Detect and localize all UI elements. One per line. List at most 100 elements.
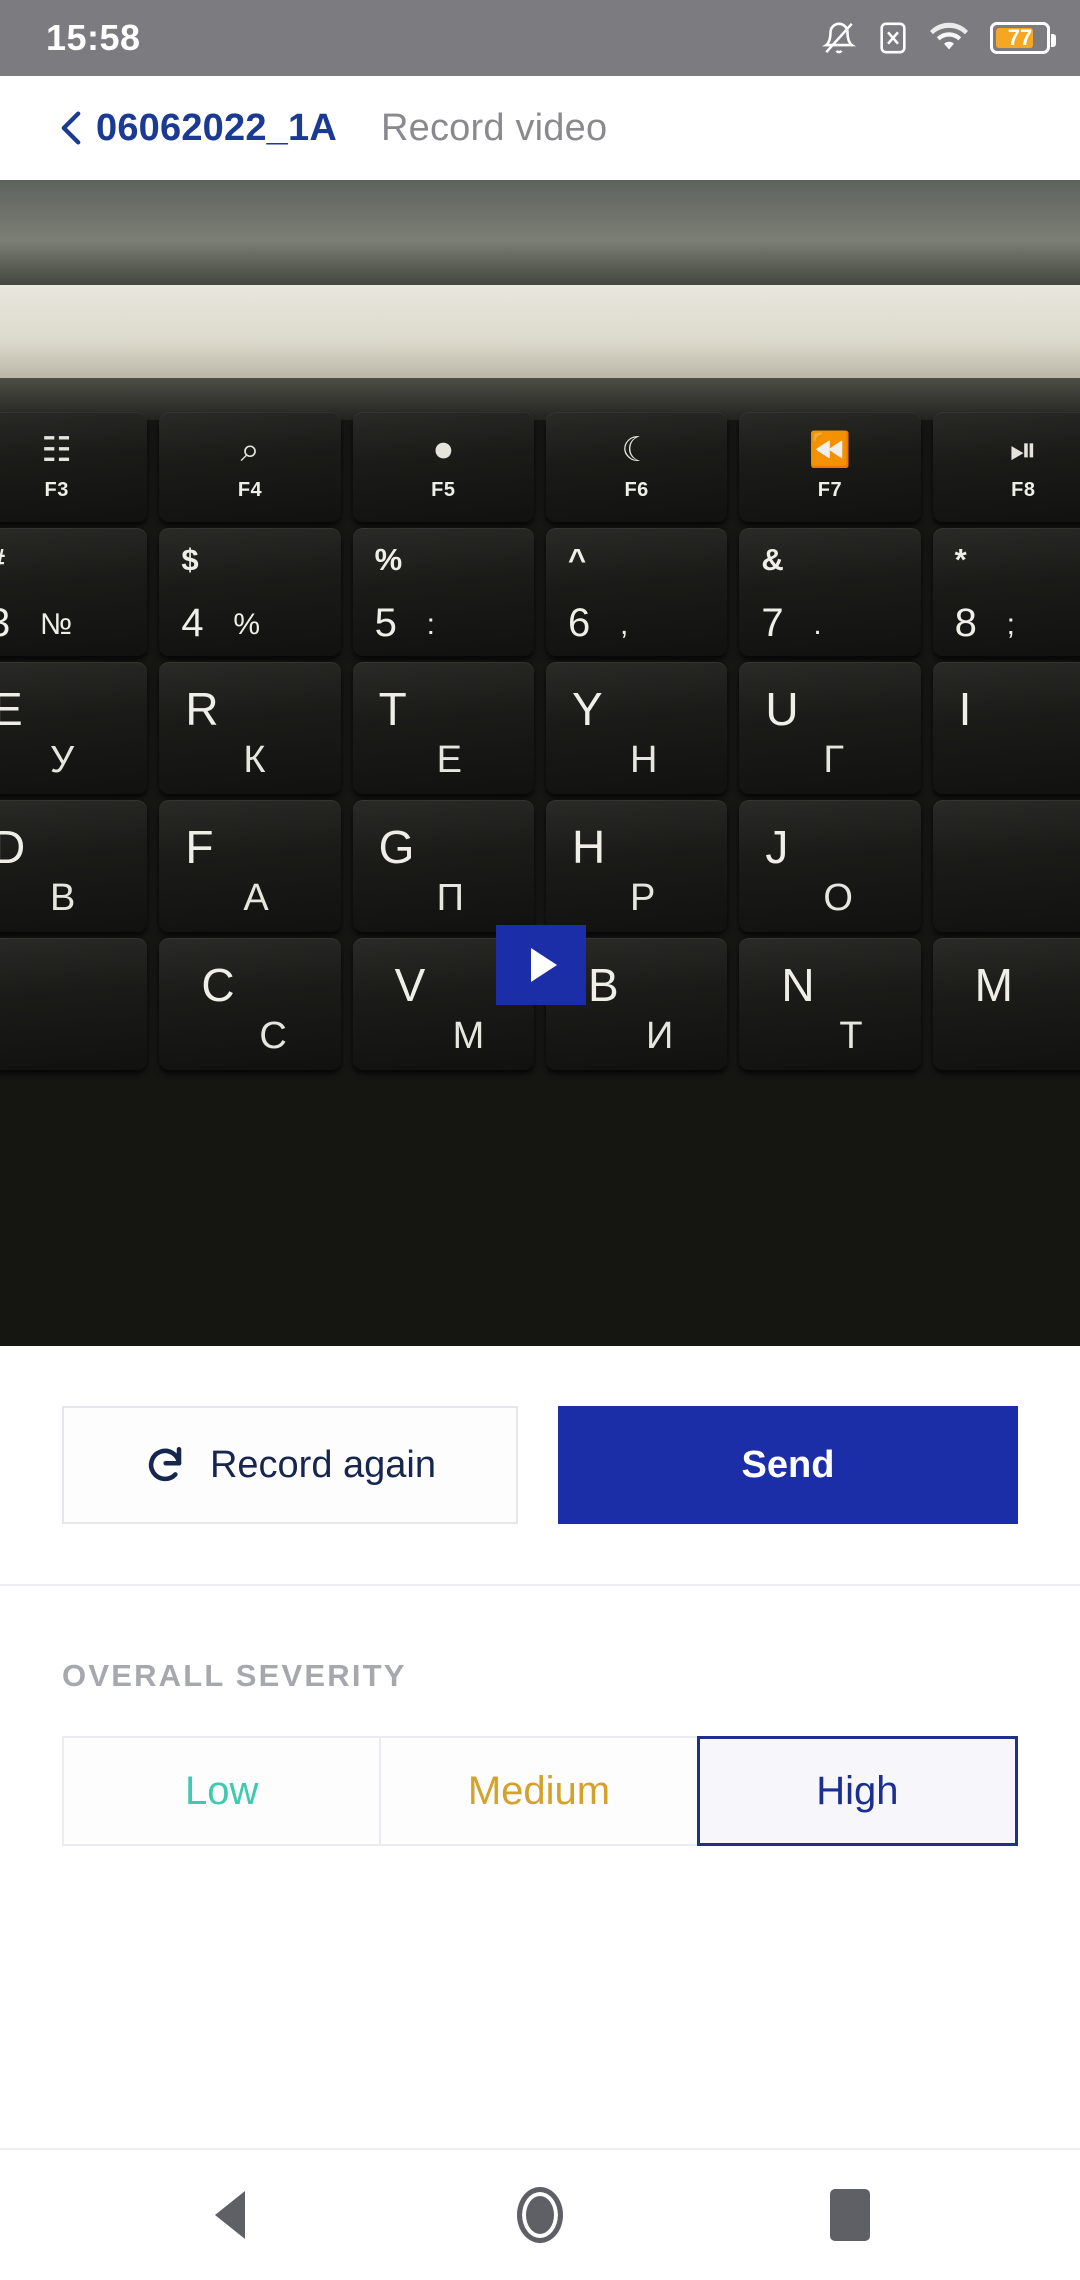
- keyboard-key-shift-symbol: $: [181, 542, 199, 577]
- back-button[interactable]: 06062022_1A: [60, 107, 337, 150]
- home-circle-icon: [517, 2187, 563, 2243]
- keyboard-key-shift-symbol: *: [954, 542, 967, 577]
- keyboard-key-f6: ☾ F6: [545, 412, 728, 522]
- keyboard-key-latin: M: [974, 959, 1014, 1011]
- keyboard-key-d: DВ: [0, 800, 148, 932]
- keyboard-key-latin: J: [765, 821, 790, 873]
- app-header: 06062022_1A Record video: [0, 76, 1080, 180]
- keyboard-key-main: 5: [374, 601, 397, 645]
- keyboard-key-label: F7: [817, 478, 843, 501]
- back-triangle-icon: [215, 2191, 245, 2239]
- keyboard-key-cyrillic: Р: [629, 877, 656, 919]
- severity-option-high[interactable]: High: [696, 1736, 1018, 1846]
- keyboard-key-label: F6: [624, 478, 649, 501]
- keyboard-key-cyrillic: У: [50, 739, 75, 781]
- keyboard-key-main: 3: [0, 601, 10, 646]
- keyboard-key-3: #3 №: [0, 528, 148, 656]
- overall-severity-label: OVERALL SEVERITY: [62, 1658, 407, 1693]
- recents-square-icon: [830, 2189, 870, 2241]
- keyboard-key-latin: V: [394, 959, 427, 1011]
- phone-screen: 15:58 77 06062022_1A Record video ☷ F3 ⌕…: [0, 0, 1080, 2280]
- keyboard-letter-row-2: DВFАGПHРJО: [0, 800, 1080, 932]
- keyboard-key-latin: D: [0, 821, 27, 873]
- battery-percent: 77: [1007, 25, 1033, 50]
- page-title: Record video: [380, 106, 608, 149]
- keyboard-key-latin: I: [958, 683, 973, 735]
- play-pause-icon: ⏯: [1009, 430, 1037, 469]
- keyboard-key-main: 6: [567, 601, 591, 645]
- keyboard-key-latin: C: [201, 959, 236, 1011]
- severity-option-low[interactable]: Low: [62, 1736, 380, 1846]
- android-nav-bar: [0, 2150, 1080, 2280]
- microphone-icon: ⏺: [434, 430, 452, 469]
- nav-back-button[interactable]: [185, 2170, 275, 2260]
- chevron-left-icon: [61, 111, 81, 145]
- keyboard-key-label: F8: [1011, 478, 1036, 501]
- keyboard-key-label: F5: [431, 478, 456, 501]
- keyboard-key-shift-symbol: %: [374, 542, 403, 577]
- keyboard-function-row: ☷ F3 ⌕ F4 ⏺ F5 ☾ F6 ⏪ F7 ⏯ F8: [0, 412, 1080, 522]
- keyboard-key-cyrillic: Г: [823, 739, 844, 781]
- keyboard-key-f8: ⏯ F8: [932, 412, 1080, 522]
- send-button[interactable]: Send: [558, 1406, 1018, 1524]
- rewind-icon: ⏪: [808, 430, 852, 469]
- keyboard-key-blank: [0, 938, 148, 1070]
- keyboard-key-f7: ⏪ F7: [739, 412, 921, 522]
- keyboard-key-4: $4%: [159, 528, 341, 656]
- keyboard-key-main: 4: [181, 601, 204, 645]
- keyboard-key-8: * 8;: [932, 528, 1080, 656]
- send-label: Send: [741, 1443, 835, 1486]
- keyboard-key-shift-symbol: &: [761, 542, 784, 577]
- keyboard-key-cyrillic: %: [233, 608, 261, 641]
- keyboard-key-latin: Y: [571, 683, 604, 735]
- keyboard-letter-row-1: EУRКTЕYНUГI: [0, 662, 1080, 794]
- laptop-bezel: [0, 285, 1080, 380]
- wifi-icon: [930, 22, 968, 54]
- record-again-button[interactable]: Record again: [62, 1406, 518, 1524]
- keyboard-key-cyrillic: :: [426, 608, 435, 641]
- nav-home-button[interactable]: [495, 2170, 585, 2260]
- severity-segmented-control: Low Medium High: [62, 1736, 1018, 1846]
- sim-error-icon: [878, 21, 908, 55]
- mission-control-icon: ☷: [41, 430, 72, 469]
- keyboard-key-m: M: [932, 938, 1080, 1070]
- record-again-label: Record again: [209, 1443, 437, 1486]
- keyboard-key-latin: T: [378, 683, 408, 735]
- keyboard-key-7: & 7.: [739, 528, 921, 656]
- status-bar: 15:58 77: [0, 0, 1080, 76]
- keyboard-key-latin: E: [0, 683, 24, 735]
- video-preview[interactable]: ☷F3⌕F4⏺F5☾F6⏪F7⏯F8 #3№$4%%5:^6,&7.*8; EУ…: [0, 180, 1080, 1346]
- moon-icon: ☾: [621, 430, 652, 469]
- keyboard-key-main: 8: [954, 601, 977, 645]
- battery-icon: 77: [990, 22, 1056, 54]
- keyboard-key-cyrillic: Е: [436, 739, 463, 781]
- keyboard-key-latin: R: [185, 683, 220, 735]
- keyboard-key-f5: ⏺ F5: [352, 412, 534, 522]
- keyboard-key-latin: B: [587, 959, 620, 1011]
- status-icon-group: 77: [822, 21, 1056, 55]
- keyboard-key-5: % 5:: [352, 528, 534, 656]
- keyboard-key-cyrillic: Н: [629, 739, 658, 781]
- keyboard-key-label: F3: [44, 478, 69, 501]
- keyboard-key-cyrillic: ,: [619, 608, 629, 641]
- keyboard-key-cyrillic: П: [436, 877, 464, 919]
- back-label: 06062022_1A: [96, 106, 337, 149]
- nav-recents-button[interactable]: [805, 2170, 895, 2260]
- keyboard-key-h: HР: [545, 800, 728, 932]
- keyboard-key-i: I: [932, 662, 1080, 794]
- keyboard-key-cyrillic: О: [823, 877, 853, 919]
- severity-option-label: Medium: [467, 1768, 611, 1813]
- keyboard-key-latin: N: [781, 959, 816, 1011]
- keyboard-key-e: EУ: [0, 662, 148, 794]
- keyboard-key-shift-symbol: ^: [567, 542, 587, 577]
- keyboard-key-u: UГ: [739, 662, 921, 794]
- keyboard-key-cyrillic: А: [243, 877, 269, 919]
- severity-option-medium[interactable]: Medium: [379, 1736, 697, 1846]
- keyboard-key-cyrillic: С: [259, 1015, 287, 1057]
- keyboard-key-f3: ☷ F3: [0, 412, 148, 522]
- play-button[interactable]: [496, 925, 586, 1005]
- keyboard-key-f: FА: [159, 800, 341, 932]
- keyboard-key-cyrillic: К: [243, 739, 266, 781]
- keyboard-key-j: JО: [739, 800, 921, 932]
- keyboard-key-y: YН: [545, 662, 728, 794]
